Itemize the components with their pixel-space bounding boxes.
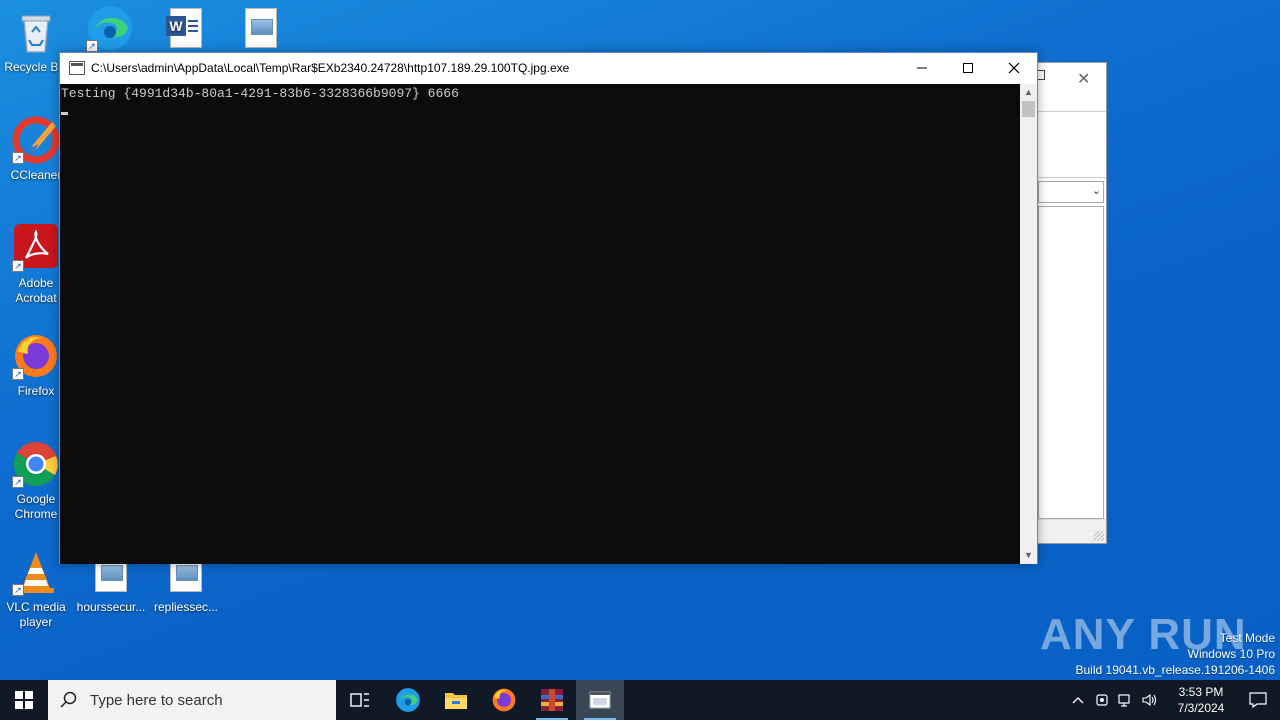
file-explorer-icon: [445, 693, 467, 709]
minimize-icon: [917, 67, 927, 69]
edition-label: Windows 10 Pro: [1187, 647, 1275, 661]
clock[interactable]: 3:53 PM 7/3/2024: [1166, 684, 1236, 716]
maximize-button[interactable]: [945, 53, 991, 83]
build-label: Build 19041.vb_release.191206-1406: [1075, 663, 1276, 677]
taskbar-winrar-button[interactable]: [528, 680, 576, 720]
taskbar-file-explorer-button[interactable]: [432, 680, 480, 720]
desktop-icon-image-file[interactable]: repliessec...: [150, 556, 222, 615]
clock-date: 7/3/2024: [1177, 701, 1225, 715]
console-output-line: Testing {4991d34b-80a1-4291-83b6-3328366…: [61, 86, 459, 101]
window-title: C:\Users\admin\AppData\Local\Temp\Rar$EX…: [91, 61, 570, 75]
chrome-icon: ↗: [12, 440, 60, 488]
test-mode-label: Test Mode: [1219, 631, 1275, 645]
search-box[interactable]: Type here to search: [48, 680, 336, 720]
clock-time: 3:53 PM: [1178, 685, 1224, 699]
scroll-up-icon[interactable]: ▲: [1020, 84, 1037, 101]
notification-center-button[interactable]: [1236, 680, 1280, 720]
chevron-down-icon: ⌄: [1091, 185, 1101, 197]
shortcut-arrow-icon: ↗: [12, 584, 24, 596]
shortcut-arrow-icon: ↗: [86, 40, 98, 52]
list-area[interactable]: [1038, 206, 1104, 519]
taskbar-firefox-button[interactable]: [480, 680, 528, 720]
acrobat-icon: ↗: [12, 224, 60, 272]
search-icon: [60, 691, 77, 708]
desktop-icon-label: hourssecur...: [76, 600, 146, 614]
vlc-icon: ↗: [12, 548, 60, 596]
desktop-icon-label: Firefox: [17, 384, 55, 398]
console-window[interactable]: C:\Users\admin\AppData\Local\Temp\Rar$EX…: [59, 52, 1038, 564]
close-icon: [1008, 62, 1020, 74]
volume-icon[interactable]: [1138, 680, 1162, 720]
firefox-icon: ↗: [12, 332, 60, 380]
close-icon[interactable]: ✕: [1077, 69, 1090, 89]
taskbar-console-button[interactable]: [576, 680, 624, 720]
windows-logo-icon: [15, 691, 33, 709]
dropdown-select[interactable]: ⌄: [1038, 181, 1104, 203]
task-view-icon: [350, 693, 369, 707]
close-button[interactable]: [991, 53, 1037, 83]
desktop-icon-image-file[interactable]: hourssecur...: [75, 556, 147, 615]
taskbar-edge-button[interactable]: [384, 680, 432, 720]
divider: [1038, 111, 1106, 112]
network-icon[interactable]: [1114, 680, 1138, 720]
desktop-icon-label: VLC media player: [6, 600, 66, 629]
shortcut-arrow-icon: ↗: [12, 368, 24, 380]
tray-overflow-chevron-icon[interactable]: [1066, 680, 1090, 720]
desktop-icon-word-doc[interactable]: W: [148, 6, 220, 58]
winrar-icon: [541, 689, 563, 711]
notification-icon: [1249, 692, 1267, 708]
desktop-icon-label: CCleaner: [10, 168, 62, 182]
desktop-icon-edge[interactable]: ↗: [74, 4, 146, 56]
start-button[interactable]: [0, 680, 48, 720]
shortcut-arrow-icon: ↗: [12, 260, 24, 272]
task-view-button[interactable]: [336, 680, 384, 720]
system-tray: 3:53 PM 7/3/2024: [1066, 680, 1280, 720]
ccleaner-icon: ↗: [12, 116, 60, 164]
firefox-icon: [492, 688, 516, 712]
console-app-icon: [589, 691, 611, 709]
security-shield-icon[interactable]: [1090, 680, 1114, 720]
maximize-icon: [963, 63, 973, 73]
text-cursor: [61, 112, 68, 115]
title-bar[interactable]: C:\Users\admin\AppData\Local\Temp\Rar$EX…: [60, 53, 1037, 83]
resize-grip-icon[interactable]: [1094, 531, 1104, 541]
minimize-button[interactable]: [899, 53, 945, 83]
taskbar: Type here to search 3:53 PM 7/3/2024: [0, 680, 1280, 720]
shortcut-arrow-icon: ↗: [12, 476, 24, 488]
scroll-down-icon[interactable]: ▼: [1020, 547, 1037, 564]
divider: [1038, 177, 1106, 178]
scrollbar-thumb[interactable]: [1022, 101, 1035, 117]
recycle-bin-icon: [12, 8, 60, 56]
edge-icon: [396, 688, 420, 712]
vertical-scrollbar[interactable]: ▲ ▼: [1020, 84, 1037, 564]
console-output[interactable]: Testing {4991d34b-80a1-4291-83b6-3328366…: [60, 84, 1020, 564]
shortcut-arrow-icon: ↗: [12, 152, 24, 164]
desktop-icon-label: repliessec...: [153, 600, 219, 614]
desktop-icon-label: Adobe Acrobat: [15, 276, 57, 305]
word-doc-icon: W: [160, 6, 208, 54]
windows-version-text: Test Mode Windows 10 Pro Build 19041.vb_…: [1076, 630, 1276, 678]
image-file-icon: [237, 8, 285, 56]
console-app-icon[interactable]: [69, 61, 85, 75]
desktop-icon-label: Google Chrome: [14, 492, 58, 521]
search-placeholder: Type here to search: [90, 691, 223, 709]
edge-icon: ↗: [86, 4, 134, 52]
